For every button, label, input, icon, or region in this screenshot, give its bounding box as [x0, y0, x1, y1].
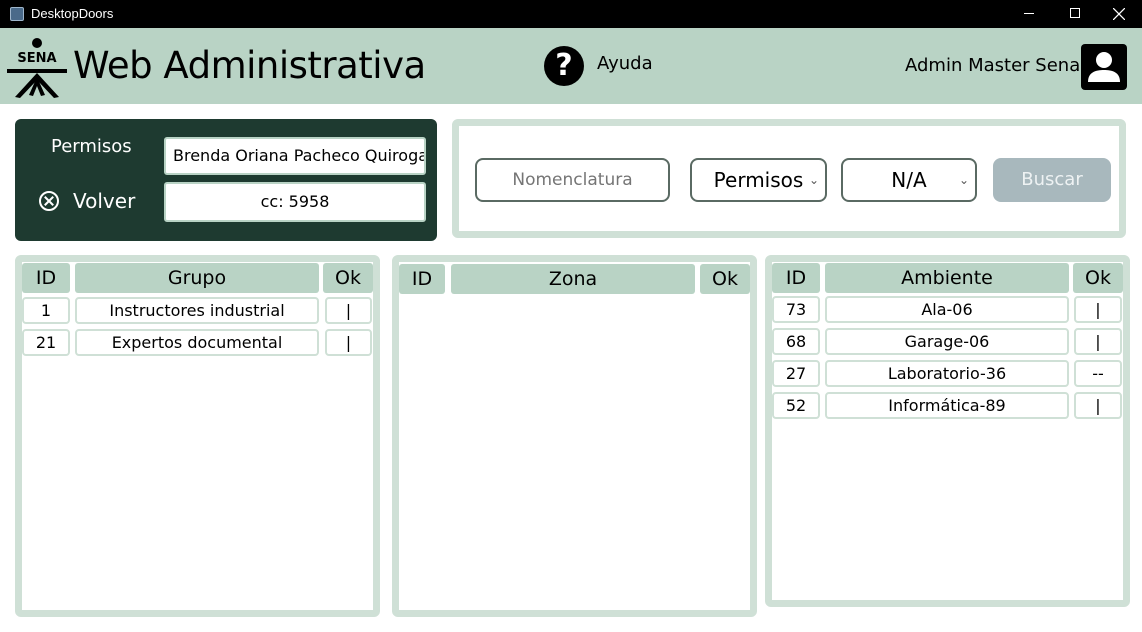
column-header-ok: Ok [1073, 263, 1123, 293]
user-icon [1088, 52, 1120, 82]
user-cc-field: cc: 5958 [164, 182, 426, 222]
logo-text: SENA [17, 51, 56, 66]
column-header-grupo: Grupo [75, 263, 319, 293]
chevron-down-icon: ⌄ [958, 173, 969, 187]
column-header-zona: Zona [451, 264, 695, 294]
close-circle-icon [39, 191, 59, 211]
table-cell-id: 1 [22, 297, 70, 324]
table-cell-ok[interactable]: -- [1074, 360, 1122, 387]
permisos-label: Permisos [51, 136, 132, 157]
chevron-down-icon: ⌄ [808, 173, 819, 187]
maximize-button[interactable] [1052, 0, 1098, 28]
ambientes-table: ID Ambiente Ok 73 Ala-06 | 68 Garage-06 … [765, 255, 1130, 607]
app-title: Web Administrativa [73, 44, 426, 87]
close-window-button[interactable] [1096, 0, 1142, 28]
back-button[interactable]: Volver [39, 189, 135, 213]
filter-select[interactable]: N/A ⌄ [841, 158, 977, 202]
app-header: SENA Web Administrativa ? Ayuda Admin Ma… [0, 28, 1142, 104]
window-title: DesktopDoors [31, 6, 114, 21]
table-cell-id: 73 [772, 296, 820, 323]
profile-panel: Permisos Volver Brenda Oriana Pacheco Qu… [15, 119, 437, 241]
table-cell-ok[interactable]: | [1074, 392, 1122, 419]
user-name: Admin Master Sena [905, 55, 1081, 76]
avatar[interactable] [1081, 44, 1127, 90]
table-cell-grupo[interactable]: Instructores industrial [75, 297, 319, 324]
nomenclatura-input[interactable] [475, 158, 670, 202]
zonas-table: ID Zona Ok [392, 255, 757, 617]
table-cell-ok[interactable]: | [1074, 328, 1122, 355]
window-titlebar: DesktopDoors [0, 0, 1142, 28]
column-header-id: ID [399, 264, 445, 294]
table-cell-ok[interactable]: | [325, 297, 372, 324]
type-select-value: Permisos [713, 168, 804, 192]
column-header-id: ID [772, 263, 820, 293]
table-cell-ok[interactable]: | [325, 329, 372, 356]
user-fullname-field: Brenda Oriana Pacheco Quiroga [164, 137, 426, 175]
grupos-table: ID Grupo Ok 1 Instructores industrial | … [15, 255, 380, 617]
app-icon [10, 7, 24, 21]
minimize-icon [1024, 13, 1034, 14]
table-cell-id: 27 [772, 360, 820, 387]
type-select[interactable]: Permisos ⌄ [690, 158, 827, 202]
table-cell-ambiente[interactable]: Laboratorio-36 [825, 360, 1069, 387]
table-cell-id: 68 [772, 328, 820, 355]
buscar-button[interactable]: Buscar [993, 158, 1111, 202]
table-cell-id: 21 [22, 329, 70, 356]
back-label: Volver [73, 189, 136, 213]
maximize-icon [1070, 8, 1080, 18]
table-cell-ambiente[interactable]: Informática-89 [825, 392, 1069, 419]
table-cell-grupo[interactable]: Expertos documental [75, 329, 319, 356]
help-link[interactable]: Ayuda [597, 53, 653, 74]
table-cell-ambiente[interactable]: Ala-06 [825, 296, 1069, 323]
column-header-ambiente: Ambiente [825, 263, 1069, 293]
help-icon[interactable]: ? [544, 46, 584, 86]
column-header-ok: Ok [323, 263, 373, 293]
search-panel: Permisos ⌄ N/A ⌄ Buscar [452, 119, 1126, 238]
column-header-ok: Ok [700, 264, 750, 294]
close-icon [1113, 8, 1125, 20]
filter-select-value: N/A [891, 168, 927, 192]
column-header-id: ID [22, 263, 70, 293]
minimize-button[interactable] [1006, 0, 1052, 28]
table-cell-id: 52 [772, 392, 820, 419]
sena-logo: SENA [7, 38, 67, 98]
table-cell-ok[interactable]: | [1074, 296, 1122, 323]
table-cell-ambiente[interactable]: Garage-06 [825, 328, 1069, 355]
